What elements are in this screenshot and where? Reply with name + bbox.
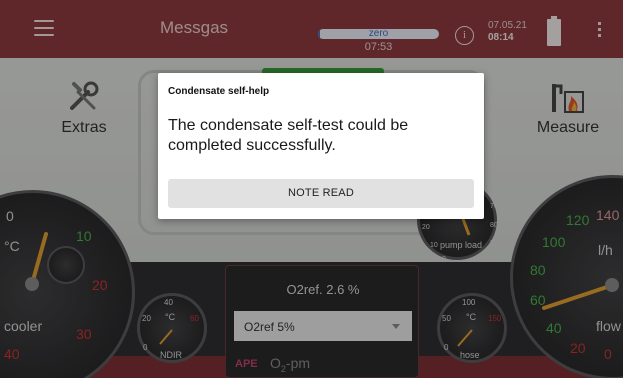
note-read-button[interactable]: NOTE READ bbox=[168, 179, 474, 208]
condensate-dialog: Condensate self-help The condensate self… bbox=[158, 73, 484, 219]
dialog-title: Condensate self-help bbox=[168, 86, 270, 97]
measurement-screen: Messgas zero 07:53 i 07.05.21 08:14 Extr… bbox=[0, 0, 623, 378]
dialog-message: The condensate self-test could be comple… bbox=[168, 117, 409, 154]
